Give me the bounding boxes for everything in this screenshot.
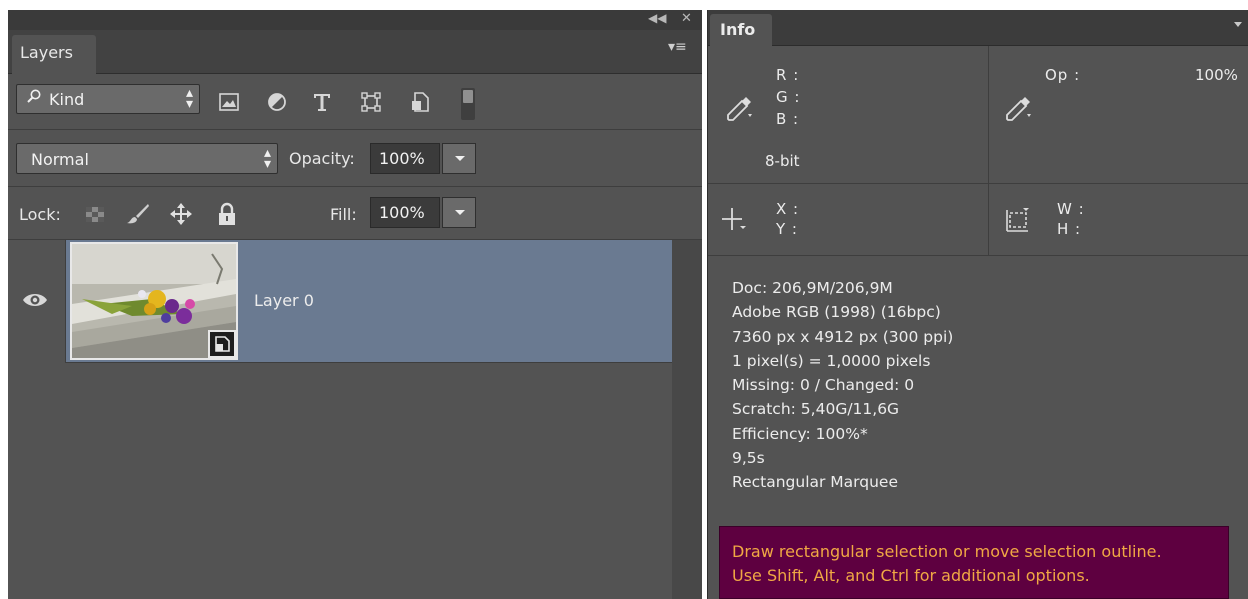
adjustment-filter-icon[interactable]: [266, 91, 288, 113]
r-label: R :: [776, 66, 800, 84]
selection-size-icon[interactable]: [1003, 206, 1033, 236]
g-label: G :: [776, 88, 801, 106]
tab-layers[interactable]: Layers: [12, 35, 96, 74]
tab-info[interactable]: Info: [710, 14, 772, 46]
eye-icon[interactable]: [22, 290, 48, 310]
search-icon: [27, 89, 41, 103]
opacity-label: Opacity:: [289, 149, 355, 168]
lock-transparent-pixels-icon[interactable]: [83, 202, 107, 226]
filter-kind-select[interactable]: Kind ▴ ▾: [16, 84, 200, 114]
panel-header-strip: ◀◀ ✕: [8, 10, 702, 30]
eyedropper-icon[interactable]: [724, 94, 754, 124]
info-tab-bar: Info: [708, 10, 1248, 46]
visibility-cell[interactable]: [8, 240, 66, 363]
layers-tab-bar: Layers ▾≡: [8, 30, 702, 74]
type-filter-icon[interactable]: [311, 91, 333, 113]
lock-image-pixels-icon[interactable]: [126, 202, 150, 226]
lock-all-icon[interactable]: [215, 202, 239, 226]
layer-filter-row: Kind ▴ ▾: [8, 74, 702, 130]
document-info: Doc: 206,9M/206,9M Adobe RGB (1998) (16b…: [732, 276, 953, 495]
lock-label: Lock:: [19, 205, 61, 224]
size-readout: W : H :: [989, 184, 1248, 256]
filter-toggle-switch[interactable]: [461, 88, 475, 120]
updown-arrows-icon: ▴ ▾: [185, 85, 193, 112]
smart-object-badge-icon: [208, 330, 236, 358]
close-icon[interactable]: ✕: [681, 11, 692, 26]
image-filter-icon[interactable]: [218, 91, 240, 113]
scratch-line: Scratch: 5,40G/11,6G: [732, 400, 900, 419]
layer-name[interactable]: Layer 0: [254, 291, 314, 310]
opacity-field[interactable]: 100%: [370, 143, 440, 174]
b-label: B :: [776, 110, 800, 128]
smart-object-filter-icon[interactable]: [409, 91, 431, 113]
panel-menu-icon[interactable]: ▾≡: [668, 39, 687, 55]
info-panel: Info R : G : B : 8-bit Op : 100% X : Y :…: [707, 10, 1248, 599]
layers-scrollbar[interactable]: [672, 240, 702, 599]
layers-empty-area: [8, 364, 672, 599]
position-readout: X : Y :: [708, 184, 989, 256]
doc-size-line: Doc: 206,9M/206,9M: [732, 279, 893, 297]
fill-dropdown-button[interactable]: [442, 197, 476, 228]
dimensions-line: 7360 px x 4912 px (300 ppi): [732, 327, 954, 346]
filter-kind-label: Kind: [49, 90, 85, 109]
x-label: X :: [776, 200, 800, 218]
blend-row: Normal ▴ ▾ Opacity: 100%: [8, 130, 702, 187]
blend-mode-label: Normal: [31, 150, 89, 169]
eyedropper-icon[interactable]: [1003, 94, 1033, 124]
scale-line: 1 pixel(s) = 1,0000 pixels: [732, 351, 931, 370]
op-label: Op :: [1045, 66, 1081, 84]
bit-depth: 8-bit: [765, 152, 800, 170]
opacity-dropdown-button[interactable]: [442, 143, 476, 174]
tool-hint-line: Draw rectangular selection or move selec…: [732, 542, 1162, 561]
fill-label: Fill:: [330, 205, 357, 224]
blend-mode-select[interactable]: Normal ▴ ▾: [16, 143, 278, 174]
collapse-panels-icon[interactable]: ◀◀: [648, 11, 666, 25]
lock-position-icon[interactable]: [169, 202, 193, 226]
updown-arrows-icon: ▴ ▾: [263, 145, 271, 172]
w-label: W :: [1057, 200, 1085, 218]
crosshair-icon[interactable]: [720, 204, 750, 234]
current-tool-line: Rectangular Marquee: [732, 473, 899, 492]
layers-panel: ◀◀ ✕ Layers ▾≡ Kind ▴ ▾ Normal ▴ ▾ Opaci…: [8, 10, 702, 599]
h-label: H :: [1057, 220, 1082, 238]
panel-menu-icon[interactable]: [1234, 22, 1242, 27]
timing-line: 9,5s: [732, 449, 765, 468]
fill-field[interactable]: 100%: [370, 197, 440, 228]
y-label: Y :: [776, 220, 798, 238]
rgb-readout: R : G : B : 8-bit: [708, 46, 989, 184]
shape-filter-icon[interactable]: [360, 91, 382, 113]
tool-hint-box: Draw rectangular selection or move selec…: [719, 526, 1229, 599]
opacity-readout: Op : 100%: [989, 46, 1248, 184]
layer-row[interactable]: Layer 0: [8, 240, 672, 363]
color-profile-line: Adobe RGB (1998) (16bpc): [732, 303, 941, 322]
missing-changed-line: Missing: 0 / Changed: 0: [732, 376, 915, 395]
tool-hint-line: Use Shift, Alt, and Ctrl for additional …: [732, 566, 1090, 585]
op-value: 100%: [1195, 66, 1238, 84]
efficiency-line: Efficiency: 100%*: [732, 424, 868, 443]
lock-row: Lock: Fill: 100%: [8, 187, 702, 240]
